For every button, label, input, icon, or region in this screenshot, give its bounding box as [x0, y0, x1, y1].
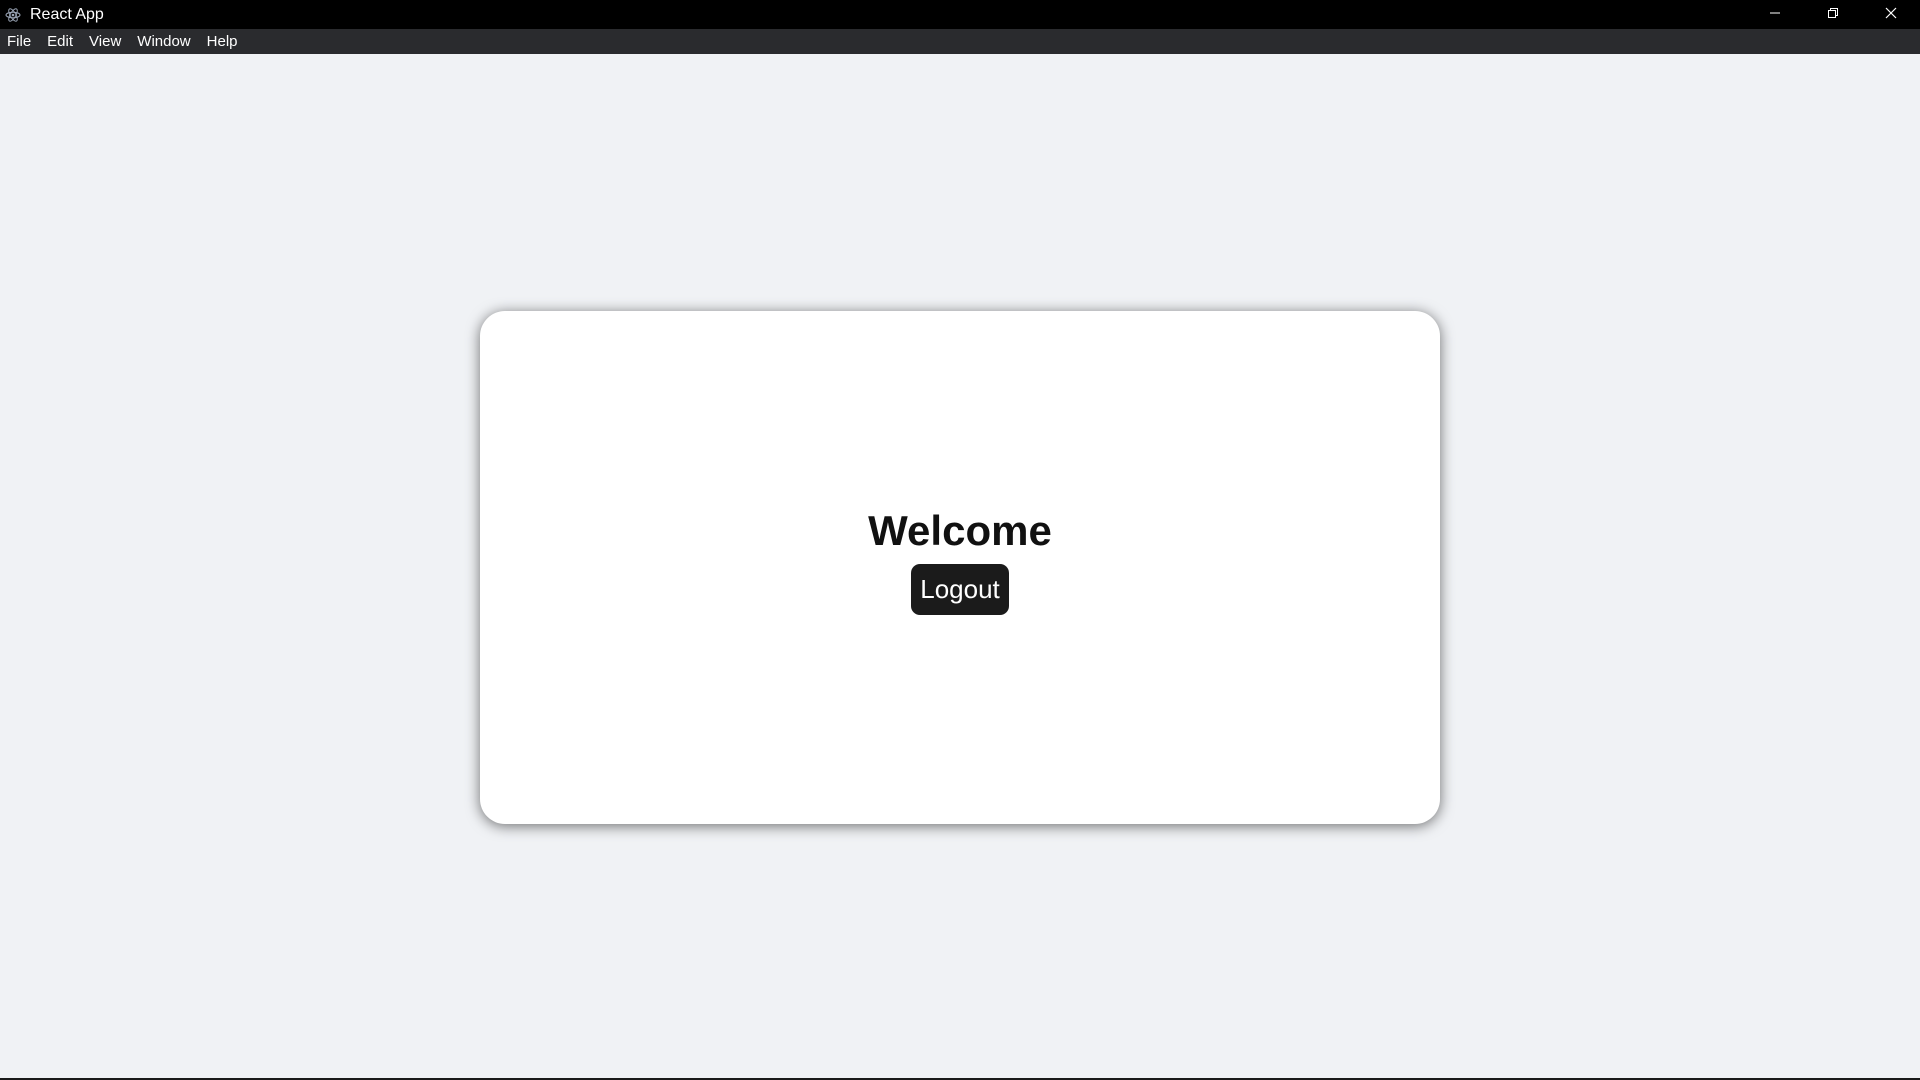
minimize-button[interactable]: [1746, 0, 1804, 29]
title-bar: React App: [0, 0, 1920, 29]
window-title: React App: [30, 5, 104, 23]
menu-file[interactable]: File: [0, 29, 39, 54]
welcome-heading: Welcome: [868, 507, 1052, 554]
app-window: React App File Edit View Window Help Wel…: [0, 0, 1920, 1080]
menu-help[interactable]: Help: [199, 29, 246, 54]
menu-view[interactable]: View: [81, 29, 129, 54]
electron-icon: [4, 6, 22, 24]
close-button[interactable]: [1862, 0, 1920, 29]
restore-button[interactable]: [1804, 0, 1862, 29]
close-icon: [1885, 6, 1897, 24]
logout-button[interactable]: Logout: [911, 564, 1009, 615]
menu-edit[interactable]: Edit: [39, 29, 81, 54]
restore-icon: [1827, 6, 1839, 24]
menu-bar: File Edit View Window Help: [0, 29, 1920, 54]
menu-window[interactable]: Window: [129, 29, 198, 54]
window-controls: [1746, 0, 1920, 29]
minimize-icon: [1769, 6, 1781, 24]
welcome-card: Welcome Logout: [480, 311, 1440, 824]
